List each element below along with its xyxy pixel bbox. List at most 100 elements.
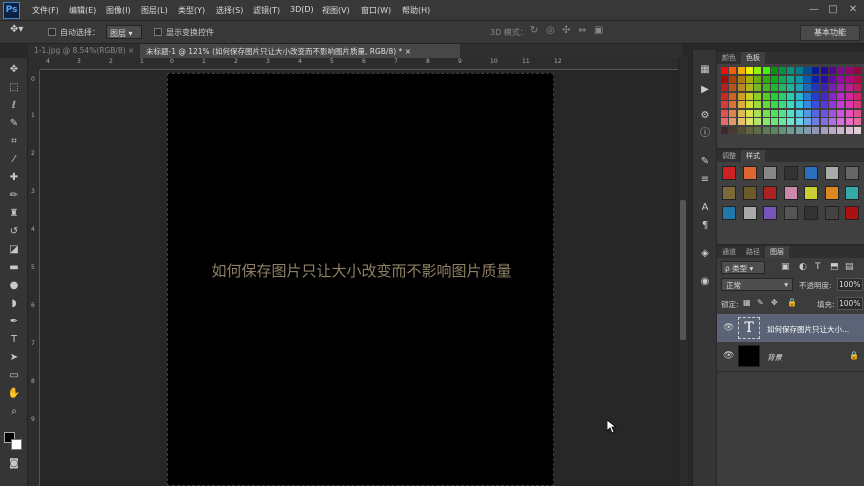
color-swatch[interactable] — [721, 75, 728, 83]
color-swatch[interactable] — [795, 84, 803, 91]
color-swatch[interactable] — [762, 101, 770, 108]
color-swatch[interactable] — [770, 75, 778, 83]
layer-row-text[interactable]: 👁 T 如何保存图片只让大小... — [717, 314, 864, 344]
menu-select[interactable]: 选择(S) — [216, 5, 243, 16]
color-swatch[interactable] — [812, 75, 820, 83]
color-swatch[interactable] — [745, 75, 753, 83]
color-swatch[interactable] — [845, 84, 853, 91]
color-swatch[interactable] — [820, 92, 828, 100]
color-swatch[interactable] — [721, 101, 728, 108]
color-swatch[interactable] — [845, 75, 853, 83]
color-swatch[interactable] — [745, 84, 753, 91]
close-window-button[interactable]: ✕ — [846, 3, 860, 17]
color-swatch[interactable] — [828, 118, 836, 125]
color-swatch[interactable] — [828, 126, 836, 134]
actions-panel-icon[interactable]: ▶ — [697, 82, 713, 98]
color-swatch[interactable] — [828, 92, 836, 100]
color-swatch[interactable] — [837, 101, 845, 108]
color-swatch[interactable] — [754, 109, 762, 117]
color-swatch[interactable] — [812, 118, 820, 125]
style-preset[interactable] — [783, 206, 798, 220]
color-swatch[interactable] — [745, 67, 753, 74]
color-swatch[interactable] — [745, 118, 753, 125]
color-swatch[interactable] — [845, 109, 853, 117]
color-swatch[interactable] — [770, 84, 778, 91]
style-preset[interactable] — [722, 186, 736, 200]
style-preset[interactable] — [783, 186, 798, 200]
color-swatch[interactable] — [770, 92, 778, 100]
menu-help[interactable]: 帮助(H) — [402, 5, 430, 16]
color-swatch[interactable] — [820, 75, 828, 83]
color-swatch[interactable] — [762, 126, 770, 134]
style-preset[interactable] — [824, 206, 839, 220]
color-swatch[interactable] — [721, 118, 728, 125]
marquee-tool-icon[interactable]: ⬚ — [5, 80, 23, 96]
hand-tool-icon[interactable]: ✋ — [5, 386, 23, 402]
style-preset[interactable] — [763, 166, 777, 180]
color-swatch[interactable] — [745, 92, 753, 100]
color-swatch[interactable] — [787, 92, 795, 100]
crop-tool-icon[interactable]: ⌗ — [5, 134, 23, 150]
menu-image[interactable]: 图像(I) — [106, 5, 131, 16]
color-swatch[interactable] — [779, 126, 787, 134]
color-swatch[interactable] — [853, 126, 861, 134]
info-panel-icon[interactable]: ⓘ — [697, 126, 713, 142]
color-swatch[interactable] — [804, 109, 811, 117]
color-swatch[interactable] — [779, 67, 787, 74]
color-swatch[interactable] — [721, 84, 728, 91]
paragraph-panel-icon[interactable]: ¶ — [697, 218, 713, 234]
color-swatch[interactable] — [820, 118, 828, 125]
color-swatch[interactable] — [804, 75, 811, 83]
menu-3d[interactable]: 3D(D) — [290, 5, 314, 14]
layer-visibility-eye-icon[interactable]: 👁 — [723, 323, 734, 333]
3d-slide-icon[interactable]: ⇔ — [578, 25, 586, 36]
color-swatch[interactable] — [779, 101, 787, 108]
filter-type-icon[interactable]: T — [815, 262, 821, 272]
style-preset[interactable] — [804, 206, 818, 220]
color-swatch[interactable] — [762, 109, 770, 117]
color-swatch[interactable] — [729, 67, 737, 74]
color-swatch[interactable] — [754, 101, 762, 108]
color-swatch[interactable] — [837, 67, 845, 74]
color-swatch[interactable] — [787, 84, 795, 91]
healing-brush-tool-icon[interactable]: ✚ — [5, 170, 23, 186]
color-swatch[interactable] — [853, 84, 861, 91]
color-swatch[interactable] — [828, 101, 836, 108]
eyedropper-tool-icon[interactable]: ⁄ — [5, 152, 23, 168]
color-swatch[interactable] — [737, 75, 745, 83]
gradient-tool-icon[interactable]: ▬ — [5, 260, 23, 276]
color-swatch[interactable] — [795, 67, 803, 74]
filter-pixel-icon[interactable]: ▣ — [781, 262, 790, 272]
color-swatch[interactable] — [770, 109, 778, 117]
color-swatch[interactable] — [779, 118, 787, 125]
menu-view[interactable]: 视图(V) — [322, 5, 350, 16]
maximize-button[interactable]: □ — [826, 3, 840, 17]
blend-mode-dropdown[interactable]: 正常 ▾ — [721, 278, 793, 291]
color-swatch[interactable] — [787, 101, 795, 108]
color-swatch[interactable] — [737, 109, 745, 117]
layer-filter-dropdown[interactable]: ρ 类型 ▾ — [721, 261, 765, 274]
color-swatch[interactable] — [804, 118, 811, 125]
3d-rotate-icon[interactable]: ↻ — [530, 25, 538, 36]
color-swatch[interactable] — [820, 126, 828, 134]
color-swatch[interactable] — [845, 92, 853, 100]
color-swatch[interactable] — [812, 126, 820, 134]
layer-name[interactable]: 如何保存图片只让大小... — [767, 324, 849, 335]
color-swatch[interactable] — [762, 84, 770, 91]
color-swatch[interactable] — [787, 75, 795, 83]
3d-panel-icon[interactable]: ◈ — [697, 246, 713, 262]
color-swatch[interactable] — [853, 67, 861, 74]
opacity-input[interactable]: 100% — [837, 278, 863, 291]
color-swatch[interactable] — [762, 67, 770, 74]
color-swatch[interactable] — [779, 109, 787, 117]
color-swatch[interactable] — [779, 84, 787, 91]
menu-window[interactable]: 窗口(W) — [361, 5, 391, 16]
tab-close-icon[interactable]: × — [405, 47, 411, 56]
color-swatch[interactable] — [754, 67, 762, 74]
color-swatch[interactable] — [795, 75, 803, 83]
style-preset[interactable] — [804, 166, 818, 180]
auto-select-checkbox[interactable] — [48, 28, 56, 36]
color-swatch[interactable] — [820, 101, 828, 108]
show-transform-checkbox[interactable] — [154, 28, 162, 36]
scrollbar-thumb[interactable] — [680, 200, 686, 340]
